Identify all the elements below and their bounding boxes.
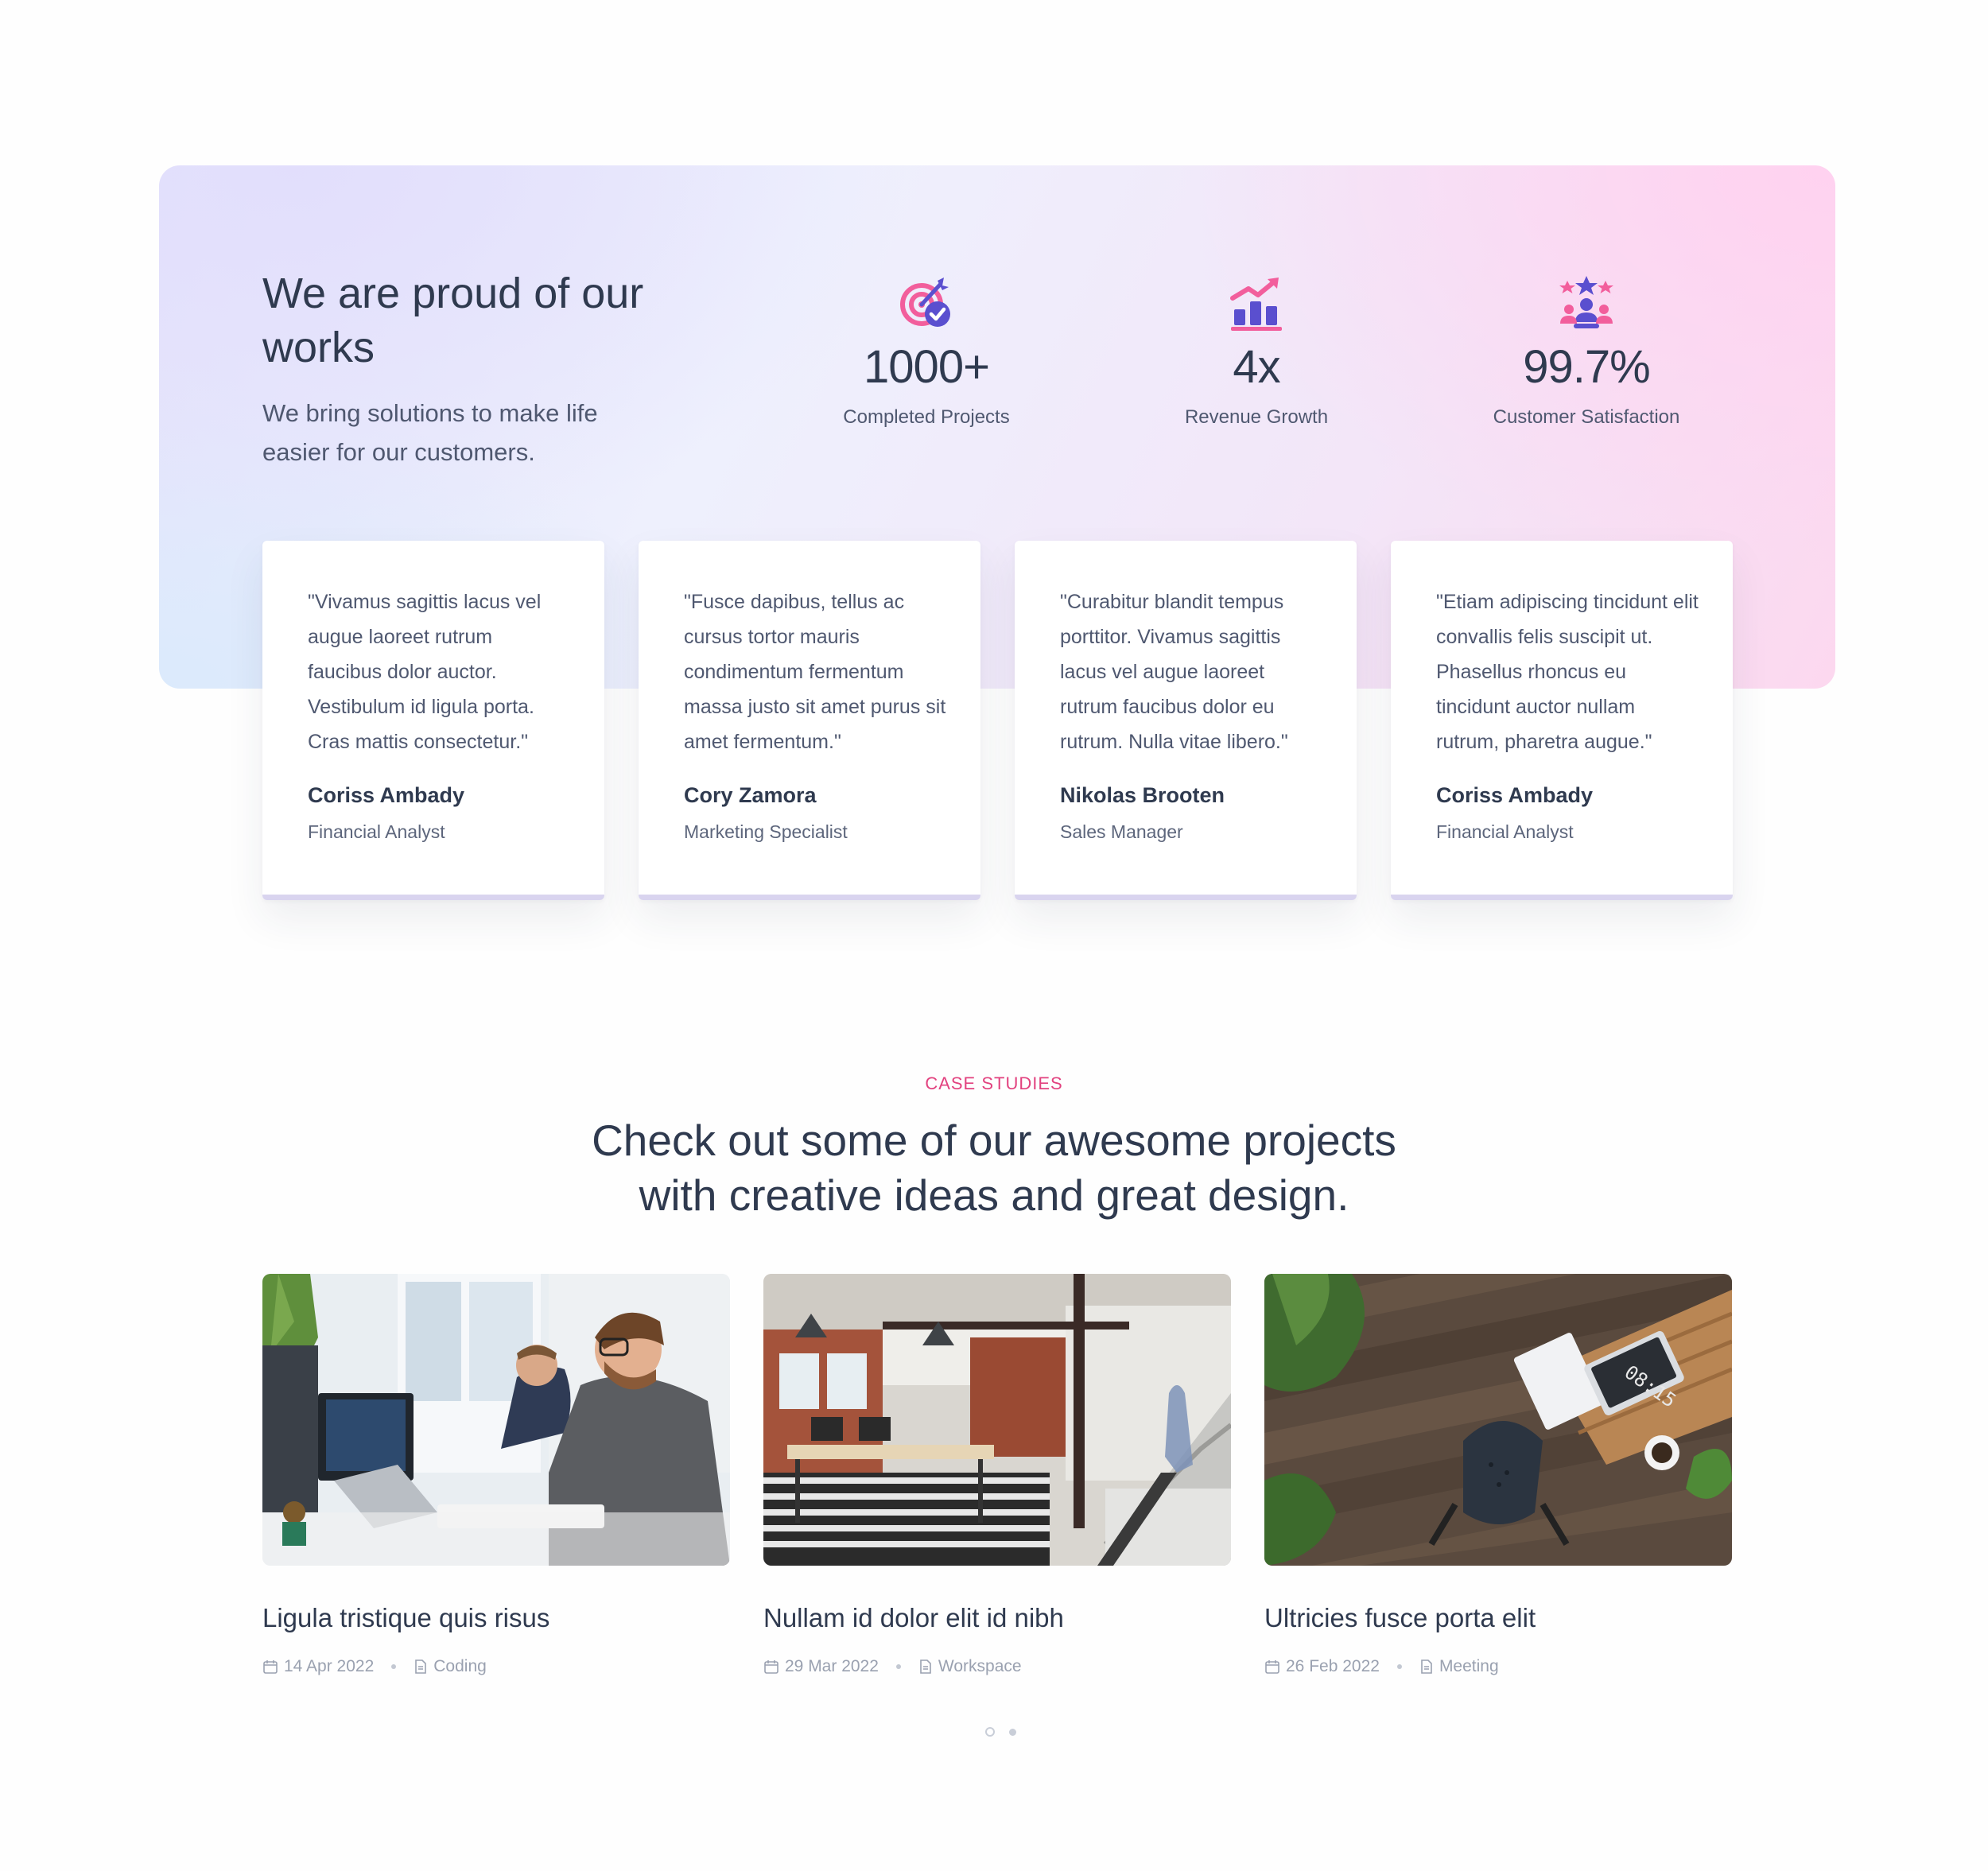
- project-category-link[interactable]: Workspace: [938, 1656, 1022, 1678]
- pagination-dot-2[interactable]: [1009, 1728, 1016, 1736]
- testimonial-role: Marketing Specialist: [684, 821, 848, 842]
- stat-value: 99.7%: [1523, 341, 1650, 393]
- stat-customer-satisfaction: 99.7% Customer Satisfaction: [1419, 274, 1753, 430]
- headline-line-1: Check out some of our awesome projects: [592, 1116, 1396, 1165]
- testimonial-quote: "Fusce dapibus, tellus ac cursus tortor …: [684, 591, 946, 753]
- office-coding-photo[interactable]: [262, 1274, 730, 1566]
- loft-workspace-photo[interactable]: [763, 1274, 1231, 1566]
- testimonial-card: "Curabitur blandit tempus porttitor. Viv…: [1015, 541, 1357, 900]
- team-stars-icon: [1559, 276, 1613, 328]
- testimonial-card: "Vivamus sagittis lacus vel augue laoree…: [262, 541, 604, 900]
- testimonial-role: Financial Analyst: [308, 821, 445, 842]
- growth-chart-icon: [1230, 278, 1282, 331]
- testimonial-quote: "Etiam adipiscing tincidunt elit convall…: [1436, 591, 1699, 753]
- testimonial-name: Coriss Ambady: [308, 783, 465, 807]
- project-title[interactable]: Ultricies fusce porta elit: [1264, 1601, 1732, 1635]
- target-check-icon: [900, 278, 950, 327]
- project-title[interactable]: Ligula tristique quis risus: [262, 1601, 730, 1635]
- testimonial-card: "Fusce dapibus, tellus ac cursus tortor …: [639, 541, 980, 900]
- file-icon[interactable]: [414, 1659, 428, 1675]
- hero-subtitle: We bring solutions to make life easier f…: [262, 399, 598, 466]
- calendar-icon: [263, 1660, 278, 1674]
- project-meta: 14 Apr 2022 Coding: [262, 1656, 730, 1678]
- project-date: 26 Feb 2022: [1286, 1657, 1380, 1675]
- project-card[interactable]: 08:15 Ultricies fusce porta elit 26 Feb …: [1264, 1274, 1732, 1678]
- testimonial-quote: "Curabitur blandit tempus porttitor. Viv…: [1060, 591, 1288, 753]
- project-meta: 26 Feb 2022 Meeting: [1264, 1656, 1732, 1678]
- testimonial-role: Sales Manager: [1060, 821, 1183, 842]
- project-card[interactable]: Nullam id dolor elit id nibh 29 Mar 2022…: [763, 1274, 1231, 1678]
- hero-title: We are proud of our works: [262, 270, 644, 371]
- project-category-link[interactable]: Meeting: [1439, 1656, 1499, 1678]
- testimonial-name: Coriss Ambady: [1436, 783, 1594, 807]
- pagination-dot-1[interactable]: [985, 1727, 995, 1737]
- calendar-icon: [1265, 1660, 1279, 1674]
- meta-separator: [895, 1664, 901, 1669]
- project-card[interactable]: Ligula tristique quis risus 14 Apr 2022 …: [262, 1274, 730, 1678]
- testimonial-card: "Etiam adipiscing tincidunt elit convall…: [1391, 541, 1733, 900]
- project-category-link[interactable]: Coding: [433, 1656, 487, 1678]
- file-icon[interactable]: [918, 1659, 933, 1675]
- project-date: 29 Mar 2022: [785, 1657, 879, 1675]
- testimonial-quote: "Vivamus sagittis lacus vel augue laoree…: [308, 591, 542, 753]
- stat-label: Customer Satisfaction: [1493, 406, 1680, 428]
- testimonial-role: Financial Analyst: [1436, 821, 1574, 842]
- headline-line-2: with creative ideas and great design.: [639, 1170, 1349, 1220]
- project-meta: 29 Mar 2022 Workspace: [763, 1656, 1231, 1678]
- desk-overhead-photo[interactable]: 08:15: [1264, 1274, 1732, 1566]
- stat-label: Completed Projects: [843, 406, 1010, 428]
- section-eyebrow: CASE STUDIES: [925, 1073, 1063, 1093]
- calendar-icon: [764, 1660, 779, 1674]
- stat-revenue-growth: 4x Revenue Growth: [1089, 274, 1423, 430]
- project-date: 14 Apr 2022: [284, 1657, 375, 1675]
- carousel-pagination: [978, 1727, 1023, 1737]
- stat-value: 4x: [1233, 341, 1280, 393]
- meta-separator: [391, 1664, 397, 1669]
- section-headline: Check out some of our awesome projects w…: [0, 1113, 1988, 1223]
- stat-completed-projects: 1000+ Completed Projects: [759, 274, 1093, 430]
- testimonial-name: Nikolas Brooten: [1060, 783, 1225, 807]
- stat-value: 1000+: [864, 341, 990, 393]
- page: We are proud of our works We bring solut…: [0, 0, 1988, 1871]
- testimonial-name: Cory Zamora: [684, 783, 817, 807]
- file-icon[interactable]: [1419, 1659, 1434, 1675]
- project-title[interactable]: Nullam id dolor elit id nibh: [763, 1601, 1231, 1635]
- stat-label: Revenue Growth: [1184, 406, 1329, 428]
- meta-separator: [1396, 1664, 1402, 1669]
